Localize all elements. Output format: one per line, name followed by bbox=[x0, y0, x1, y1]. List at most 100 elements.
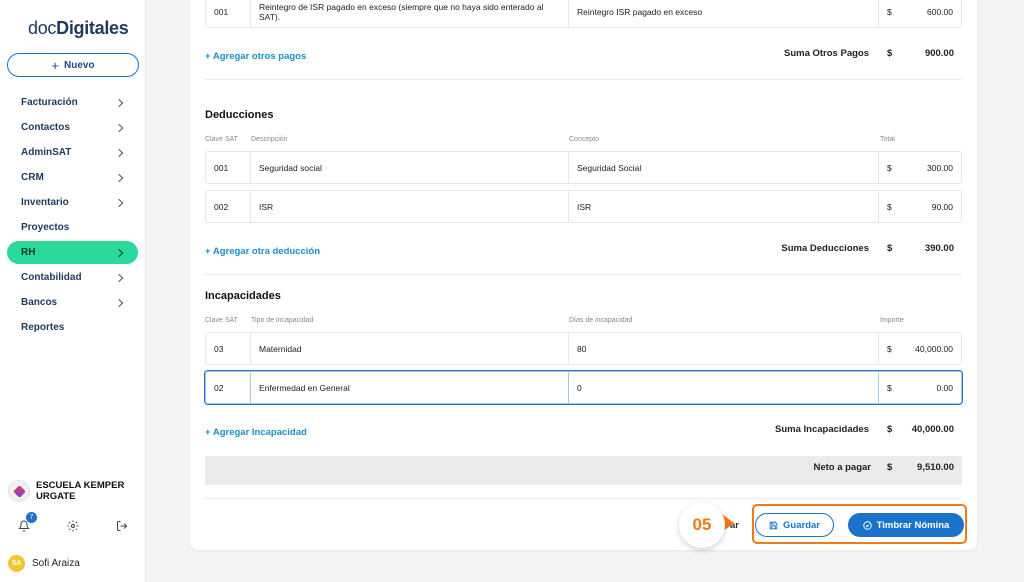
column-header-clave: Clave SAT bbox=[205, 317, 238, 324]
sidebar-item-reportes[interactable]: Reportes bbox=[7, 316, 138, 339]
notification-badge: 7 bbox=[26, 512, 37, 523]
save-button-label: Guardar bbox=[783, 519, 820, 531]
total-value: 600.00 bbox=[927, 6, 953, 17]
sidebar: docDigitales + Nuevo Facturación Contact… bbox=[0, 0, 146, 582]
bell-icon[interactable]: 7 bbox=[17, 512, 37, 533]
column-header-total: Total bbox=[880, 136, 895, 143]
sum-currency: $ bbox=[887, 48, 893, 59]
column-header-clave: Clave SAT bbox=[205, 136, 238, 143]
tipo-incapacidad-cell[interactable]: Maternidad bbox=[251, 332, 569, 365]
clave-sat-cell[interactable]: 002 bbox=[205, 190, 251, 223]
add-otros-pagos-link[interactable]: + Agregar otros pagos bbox=[205, 51, 306, 62]
sidebar-item-contabilidad[interactable]: Contabilidad bbox=[7, 266, 138, 289]
currency-symbol: $ bbox=[887, 343, 892, 354]
chevron-right-icon bbox=[114, 198, 124, 207]
plus-icon: + bbox=[51, 57, 60, 73]
sum-currency: $ bbox=[887, 243, 893, 254]
chevron-right-icon bbox=[114, 273, 124, 282]
user-name: Sofi Araiza bbox=[32, 558, 80, 569]
sidebar-item-label: Contactos bbox=[21, 122, 70, 133]
sidebar-item-proyectos[interactable]: Proyectos bbox=[7, 216, 138, 239]
add-deduccion-link[interactable]: + Agregar otra deducción bbox=[205, 246, 320, 257]
importe-value: 40,000.00 bbox=[915, 343, 953, 354]
total-cell[interactable]: $300.00 bbox=[879, 151, 962, 184]
table-row: 002 ISR ISR $90.00 bbox=[205, 190, 962, 223]
sidebar-item-crm[interactable]: CRM bbox=[7, 166, 138, 189]
clave-sat-cell[interactable]: 001 bbox=[205, 151, 251, 184]
brand-logo-part1: doc bbox=[28, 18, 57, 38]
gear-icon[interactable] bbox=[66, 519, 80, 533]
sidebar-item-label: Contabilidad bbox=[21, 272, 82, 283]
descripcion-cell[interactable]: Reintegro de ISR pagado en exceso (siemp… bbox=[251, 0, 569, 28]
clave-sat-cell[interactable]: 001 bbox=[205, 0, 251, 28]
descripcion-cell[interactable]: Seguridad social bbox=[251, 151, 569, 184]
sidebar-item-label: Reportes bbox=[21, 322, 65, 333]
table-row: 03 Maternidad 80 $40,000.00 bbox=[205, 332, 962, 365]
new-button[interactable]: + Nuevo bbox=[7, 53, 139, 77]
sidebar-item-rh[interactable]: RH bbox=[7, 241, 138, 264]
currency-symbol: $ bbox=[887, 382, 892, 393]
avatar: SA bbox=[8, 555, 25, 572]
sidebar-item-adminsat[interactable]: AdminSAT bbox=[7, 141, 138, 164]
sidebar-item-bancos[interactable]: Bancos bbox=[7, 291, 138, 314]
divider bbox=[205, 498, 962, 499]
sum-incapacidades-value: 40,000.00 bbox=[911, 424, 954, 435]
organization-name: ESCUELA KEMPER URGATE bbox=[36, 480, 125, 502]
sidebar-item-inventario[interactable]: Inventario bbox=[7, 191, 138, 214]
tipo-incapacidad-cell[interactable]: Enfermedad en General bbox=[251, 371, 569, 404]
dias-incapacidad-input[interactable]: 0 bbox=[569, 371, 879, 404]
chevron-right-icon bbox=[114, 298, 124, 307]
sidebar-item-label: Inventario bbox=[21, 197, 69, 208]
sidebar-item-contactos[interactable]: Contactos bbox=[7, 116, 138, 139]
clave-sat-cell[interactable]: 02 bbox=[205, 371, 251, 404]
sidebar-item-label: RH bbox=[21, 247, 36, 258]
sidebar-item-label: Proyectos bbox=[21, 222, 70, 233]
importe-cell[interactable]: $0.00 bbox=[879, 371, 962, 404]
dias-incapacidad-cell[interactable]: 80 bbox=[569, 332, 879, 365]
currency-symbol: $ bbox=[887, 162, 892, 173]
section-title-deducciones: Deducciones bbox=[205, 109, 274, 121]
timbrar-nomina-label: Timbrar Nómina bbox=[876, 519, 950, 531]
sum-otros-pagos-label: Suma Otros Pagos bbox=[784, 48, 869, 59]
sidebar-item-label: CRM bbox=[21, 172, 44, 183]
brand-logo[interactable]: docDigitales bbox=[28, 18, 129, 39]
neto-a-pagar-label: Neto a pagar bbox=[813, 462, 871, 473]
add-incapacidad-link[interactable]: + Agregar Incapacidad bbox=[205, 427, 307, 438]
chevron-right-icon bbox=[114, 173, 124, 182]
organization-switcher[interactable]: ESCUELA KEMPER URGATE bbox=[8, 480, 136, 502]
sidebar-item-label: Bancos bbox=[21, 297, 58, 308]
concepto-cell[interactable]: Reintegro ISR pagado en exceso bbox=[569, 0, 879, 28]
column-header-dias: Días de incapacidad bbox=[569, 317, 633, 324]
importe-value: 0.00 bbox=[936, 382, 953, 393]
concepto-cell[interactable]: ISR bbox=[569, 190, 879, 223]
new-button-label: Nuevo bbox=[64, 59, 95, 71]
sum-deducciones-value: 390.00 bbox=[924, 243, 954, 254]
concepto-cell[interactable]: Seguridad Social bbox=[569, 151, 879, 184]
sidebar-item-label: Facturación bbox=[21, 97, 78, 108]
save-button[interactable]: Guardar bbox=[755, 513, 834, 537]
neto-a-pagar-value: 9,510.00 bbox=[917, 462, 954, 473]
sidebar-item-facturacion[interactable]: Facturación bbox=[7, 91, 138, 114]
sidebar-nav: Facturación Contactos AdminSAT CRM Inven… bbox=[7, 91, 138, 341]
section-title-incapacidades: Incapacidades bbox=[205, 290, 281, 302]
column-header-concepto: Concepto bbox=[569, 136, 599, 143]
brand-logo-part2: Digitales bbox=[56, 18, 129, 38]
chevron-right-icon bbox=[114, 98, 124, 107]
currency-symbol: $ bbox=[887, 201, 892, 212]
total-value: 90.00 bbox=[931, 201, 953, 212]
clave-sat-cell[interactable]: 03 bbox=[205, 332, 251, 365]
divider bbox=[205, 79, 962, 80]
total-cell[interactable]: $90.00 bbox=[879, 190, 962, 223]
importe-cell[interactable]: $40,000.00 bbox=[879, 332, 962, 365]
chevron-right-icon bbox=[114, 248, 124, 257]
timbrar-nomina-button[interactable]: Timbrar Nómina bbox=[848, 513, 964, 537]
user-profile[interactable]: SA Sofi Araiza bbox=[8, 555, 80, 572]
step-marker: 05 bbox=[679, 502, 725, 548]
total-cell[interactable]: $600.00 bbox=[879, 0, 962, 28]
save-icon bbox=[769, 521, 778, 529]
logout-icon[interactable] bbox=[115, 519, 129, 533]
column-header-tipo: Tipo de incapacidad bbox=[251, 317, 314, 324]
table-row: 001 Reintegro de ISR pagado en exceso (s… bbox=[205, 0, 962, 28]
descripcion-cell[interactable]: ISR bbox=[251, 190, 569, 223]
currency-symbol: $ bbox=[887, 6, 892, 17]
